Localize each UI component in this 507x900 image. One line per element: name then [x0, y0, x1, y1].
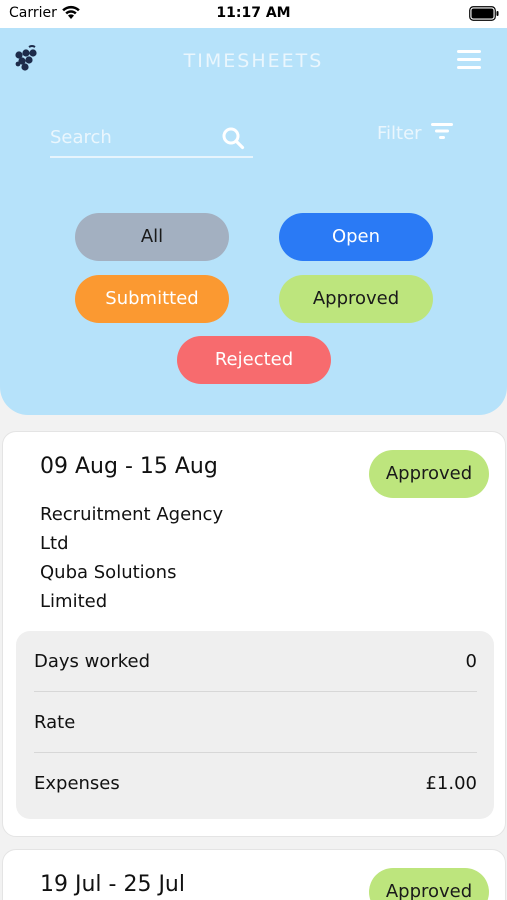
detail-label: Days worked: [34, 650, 151, 672]
header-panel: TIMESHEETS Filter All Open Submitted App…: [0, 28, 507, 415]
search-input[interactable]: [50, 122, 215, 152]
search-box: [50, 120, 253, 158]
company-name-line: Ltd: [40, 533, 69, 554]
company-name-line: Limited: [40, 591, 108, 612]
battery-icon: [469, 6, 499, 25]
timesheet-date-range: 19 Jul - 25 Jul: [40, 872, 185, 897]
hamburger-menu-icon[interactable]: [457, 50, 481, 70]
search-icon[interactable]: [221, 126, 245, 154]
detail-label: Rate: [34, 711, 76, 733]
company-name-line: Recruitment Agency: [40, 504, 224, 525]
filter-submitted-button[interactable]: Submitted: [75, 275, 229, 323]
timesheet-card[interactable]: 19 Jul - 25 Jul Approved: [2, 849, 506, 900]
filter-button[interactable]: Filter: [377, 122, 454, 144]
filter-open-button[interactable]: Open: [279, 213, 433, 261]
filter-label: Filter: [377, 122, 422, 144]
filter-all-button[interactable]: All: [75, 213, 229, 261]
filter-approved-button[interactable]: Approved: [279, 275, 433, 323]
timesheet-details: Days worked 0 Rate Expenses £1.00: [16, 631, 494, 819]
detail-row-days-worked: Days worked 0: [34, 631, 477, 692]
timesheet-date-range: 09 Aug - 15 Aug: [40, 454, 218, 479]
company-name-line: Quba Solutions: [40, 562, 177, 583]
detail-value: 0: [465, 650, 477, 672]
detail-value: £1.00: [425, 773, 477, 794]
detail-row-expenses: Expenses £1.00: [34, 753, 477, 814]
status-badge: Approved: [369, 868, 489, 900]
detail-label: Expenses: [34, 773, 120, 794]
filter-icon: [430, 122, 454, 144]
filter-rejected-button[interactable]: Rejected: [177, 336, 331, 384]
status-bar: Carrier 11:17 AM: [0, 0, 507, 28]
timesheet-card[interactable]: 09 Aug - 15 Aug Approved Recruitment Age…: [2, 431, 506, 837]
clock-time: 11:17 AM: [216, 5, 291, 21]
status-badge: Approved: [369, 450, 489, 498]
page-title: TIMESHEETS: [183, 50, 324, 72]
detail-row-rate: Rate: [34, 692, 477, 753]
